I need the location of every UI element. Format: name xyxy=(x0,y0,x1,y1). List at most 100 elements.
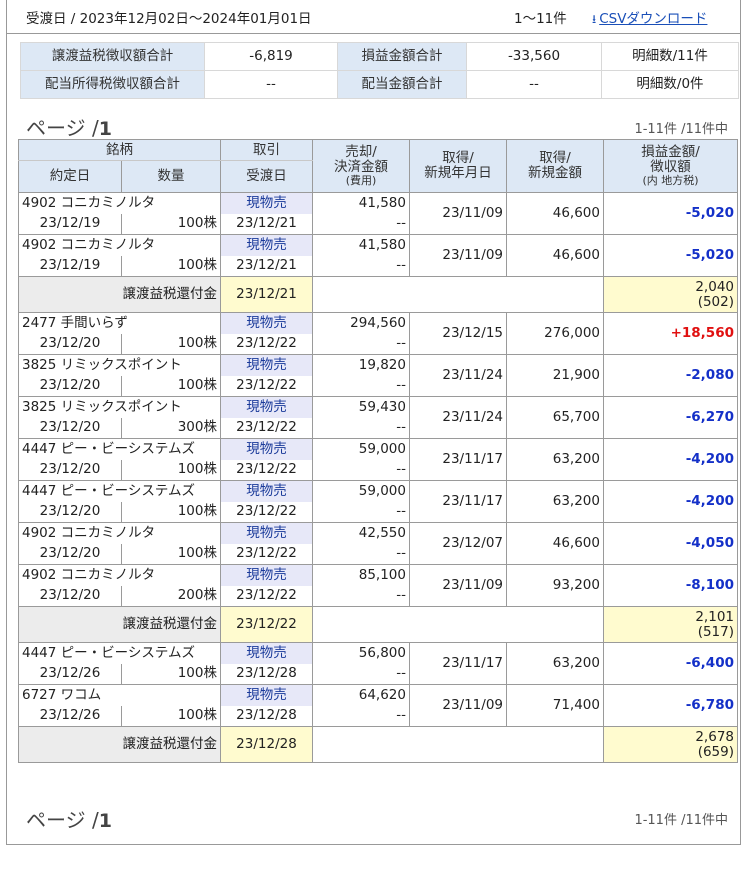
refund-amount-value: 2,101 xyxy=(695,608,734,625)
sell-amount: 56,800 xyxy=(312,642,410,664)
col-acq-amount: 取得/新規金額 xyxy=(506,139,604,193)
pager-count-bottom: 1-11件 /11件中 xyxy=(634,813,728,828)
delivery-date: 23/12/22 xyxy=(220,543,313,565)
refund-amount: 2,678 (659) xyxy=(603,726,738,763)
table-row: 3825 リミックスポイント 現物売 19,820 23/11/24 21,900 -2,… xyxy=(18,354,738,397)
acq-date: 23/12/07 xyxy=(409,522,507,565)
acq-date: 23/11/09 xyxy=(409,192,507,235)
fee-amount: -- xyxy=(312,333,410,355)
trade-type: 現物売 xyxy=(220,396,313,418)
trade-type: 現物売 xyxy=(220,642,313,664)
trade-type: 現物売 xyxy=(220,438,313,460)
stock-name[interactable]: 4902 コニカミノルタ xyxy=(18,192,221,214)
col-acq-date: 取得/新規年月日 xyxy=(409,139,507,193)
refund-amount: 2,101 (517) xyxy=(603,606,738,643)
refund-amount-value: 2,040 xyxy=(695,278,734,295)
table-row: 2477 手間いらず 現物売 294,560 23/12/15 276,000 +18,5… xyxy=(18,312,738,355)
refund-label: 譲渡益税還付金 xyxy=(18,606,221,643)
fee-amount: -- xyxy=(312,255,410,277)
acq-amount: 46,600 xyxy=(506,192,604,235)
contract-date: 23/12/20 xyxy=(18,375,122,397)
summary-label: 譲渡益税徴収額合計 xyxy=(20,42,205,71)
table-header-row: 銘柄 取引 売却/決済金額 (費用) 取得/新規年月日 取得/新規金額 損益金額/… xyxy=(18,139,738,193)
csv-download-link[interactable]: ⭳ CSVダウンロード xyxy=(592,7,707,31)
delivery-date: 23/12/22 xyxy=(220,585,313,607)
delivery-date: 23/12/22 xyxy=(220,459,313,481)
stock-name[interactable]: 3825 リミックスポイント xyxy=(18,396,221,418)
summary-value: -6,819 xyxy=(204,42,338,71)
fee-amount: -- xyxy=(312,213,410,235)
acq-date: 23/11/24 xyxy=(409,396,507,439)
stock-name[interactable]: 4902 コニカミノルタ xyxy=(18,234,221,256)
pager-label: ページ / xyxy=(26,808,99,832)
delivery-date: 23/12/21 xyxy=(220,213,313,235)
trade-type: 現物売 xyxy=(220,354,313,376)
summary-count: 明細数/11件 xyxy=(601,42,739,71)
contract-date: 23/12/19 xyxy=(18,213,122,235)
quantity: 100株 xyxy=(121,543,221,565)
summary-value: -- xyxy=(466,70,602,99)
stock-name[interactable]: 3825 リミックスポイント xyxy=(18,354,221,376)
col-acq-amount-label: 取得/ xyxy=(539,150,571,167)
quantity: 100株 xyxy=(121,375,221,397)
profit-loss: -8,100 xyxy=(603,564,738,607)
refund-blank xyxy=(312,606,604,643)
table-row: 3825 リミックスポイント 現物売 59,430 23/11/24 65,700 -6,… xyxy=(18,396,738,439)
quantity: 200株 xyxy=(121,585,221,607)
table-row: 4902 コニカミノルタ 現物売 41,580 23/11/09 46,600 -5,02… xyxy=(18,192,738,235)
col-acq-date-label: 取得/ xyxy=(442,150,474,167)
pager-count-top: 1-11件 /11件中 xyxy=(634,122,728,137)
refund-row: 譲渡益税還付金 23/12/22 2,101 (517) xyxy=(18,606,738,643)
table-row: 6727 ワコム 現物売 64,620 23/11/09 71,400 -6,780 xyxy=(18,684,738,727)
col-acq-amount-label2: 新規金額 xyxy=(528,165,582,181)
acq-amount: 63,200 xyxy=(506,480,604,523)
refund-blank xyxy=(312,276,604,313)
profit-loss: -4,050 xyxy=(603,522,738,565)
refund-delivery-date: 23/12/21 xyxy=(220,276,313,313)
stock-name[interactable]: 4447 ピー・ビーシステムズ xyxy=(18,480,221,502)
filter-bar: 受渡日 / 2023年12月02日〜2024年01月01日 1〜11件 ⭳ CSV… xyxy=(6,0,741,34)
profit-loss: -4,200 xyxy=(603,438,738,481)
refund-delivery-date: 23/12/22 xyxy=(220,606,313,643)
sell-amount: 19,820 xyxy=(312,354,410,376)
delivery-date: 23/12/28 xyxy=(220,663,313,685)
download-icon: ⭳ xyxy=(592,12,597,26)
stock-name[interactable]: 4447 ピー・ビーシステムズ xyxy=(18,438,221,460)
quantity: 100株 xyxy=(121,333,221,355)
acq-amount: 63,200 xyxy=(506,642,604,685)
refund-blank xyxy=(312,726,604,763)
contract-date: 23/12/20 xyxy=(18,417,122,439)
sell-amount: 59,000 xyxy=(312,438,410,460)
stock-name[interactable]: 6727 ワコム xyxy=(18,684,221,706)
col-pl-label: 損益金額/ xyxy=(641,144,700,161)
summary-row: 譲渡益税徴収額合計 -6,819 損益金額合計 -33,560 明細数/11件 xyxy=(20,42,739,71)
stock-name[interactable]: 4902 コニカミノルタ xyxy=(18,564,221,586)
summary-label: 配当金額合計 xyxy=(337,70,467,99)
table-row: 4447 ピー・ビーシステムズ 現物売 59,000 23/11/17 63,200 -4… xyxy=(18,438,738,481)
table-row: 4902 コニカミノルタ 現物売 85,100 23/11/09 93,200 -8,10… xyxy=(18,564,738,607)
stock-name[interactable]: 4447 ピー・ビーシステムズ xyxy=(18,642,221,664)
contract-date: 23/12/20 xyxy=(18,333,122,355)
refund-local-tax: (502) xyxy=(697,293,734,310)
summary-label: 損益金額合計 xyxy=(337,42,467,71)
refund-delivery-date: 23/12/28 xyxy=(220,726,313,763)
col-trade: 取引 xyxy=(220,139,313,161)
delivery-date: 23/12/22 xyxy=(220,417,313,439)
trade-type: 現物売 xyxy=(220,192,313,214)
pager-page: 1 xyxy=(98,118,112,140)
acq-amount: 65,700 xyxy=(506,396,604,439)
table-row: 4902 コニカミノルタ 現物売 41,580 23/11/09 46,600 -5,02… xyxy=(18,234,738,277)
stock-name[interactable]: 2477 手間いらず xyxy=(18,312,221,334)
refund-amount: 2,040 (502) xyxy=(603,276,738,313)
acq-amount: 46,600 xyxy=(506,234,604,277)
trade-type: 現物売 xyxy=(220,234,313,256)
trade-type: 現物売 xyxy=(220,522,313,544)
summary-label: 配当所得税徴収額合計 xyxy=(20,70,205,99)
delivery-date: 23/12/21 xyxy=(220,255,313,277)
acq-date: 23/11/17 xyxy=(409,438,507,481)
col-acq-date-label2: 新規年月日 xyxy=(424,165,492,181)
sell-amount: 59,000 xyxy=(312,480,410,502)
stock-name[interactable]: 4902 コニカミノルタ xyxy=(18,522,221,544)
contract-date: 23/12/26 xyxy=(18,705,122,727)
fee-amount: -- xyxy=(312,417,410,439)
